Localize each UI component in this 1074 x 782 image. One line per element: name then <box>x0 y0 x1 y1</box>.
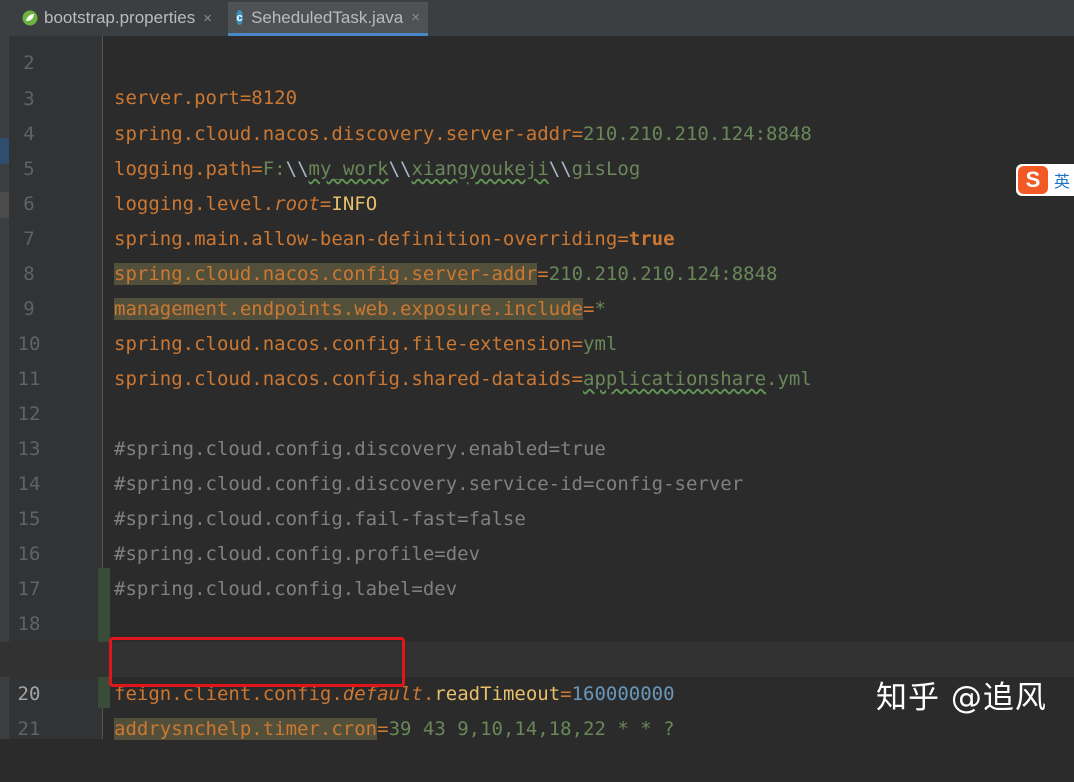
code-line[interactable]: 10 spring.cloud.nacos.config.shared-data… <box>0 292 1074 390</box>
ime-language: 英 <box>1054 172 1071 191</box>
code-line[interactable]: 6 spring.main.allow-bean-definition-over… <box>0 152 1074 250</box>
code-line[interactable]: 17 <box>0 537 1074 600</box>
code-line[interactable]: 11 <box>0 327 1074 390</box>
code-line[interactable]: 5 logging.level.root=INFO <box>0 117 1074 215</box>
code-line[interactable]: 15 #spring.cloud.config.profile=dev <box>0 467 1074 565</box>
property-value: 39 43 9,10,14,18,22 * * ? <box>388 718 675 740</box>
code-line[interactable]: 9 spring.cloud.nacos.config.file-extensi… <box>0 257 1074 355</box>
sogou-logo-icon: S <box>1018 166 1048 194</box>
code-line[interactable]: 16 #spring.cloud.config.label=dev <box>0 502 1074 600</box>
ime-indicator[interactable]: S 英 <box>1016 164 1074 196</box>
code-line[interactable]: 4 logging.path=F:\\my_work\\xiangyoukeji… <box>0 82 1074 180</box>
line-number: 21 <box>17 718 41 740</box>
code-line[interactable]: 12 #spring.cloud.config.discovery.enable… <box>0 362 1074 460</box>
code-line[interactable]: 8 management.endpoints.web.exposure.incl… <box>0 222 1074 320</box>
property-key: addrysnchelp.timer.cron <box>114 718 378 740</box>
code-line[interactable]: 3 spring.cloud.nacos.discovery.server-ad… <box>0 47 1074 145</box>
code-line[interactable]: 7 spring.cloud.nacos.config.server-addr=… <box>0 187 1074 285</box>
annotation-highlight-box <box>109 637 405 687</box>
code-line[interactable]: 13 #spring.cloud.config.discovery.servic… <box>0 397 1074 495</box>
code-line[interactable]: 14 #spring.cloud.config.fail-fast=false <box>0 432 1074 530</box>
code-line[interactable]: 2 server.port=8120 <box>0 11 1074 109</box>
code-line[interactable]: 18 feign.client.config.default.connectTi… <box>0 572 1074 670</box>
watermark: 知乎 @追风 <box>876 680 1047 716</box>
separator: = <box>377 718 389 740</box>
